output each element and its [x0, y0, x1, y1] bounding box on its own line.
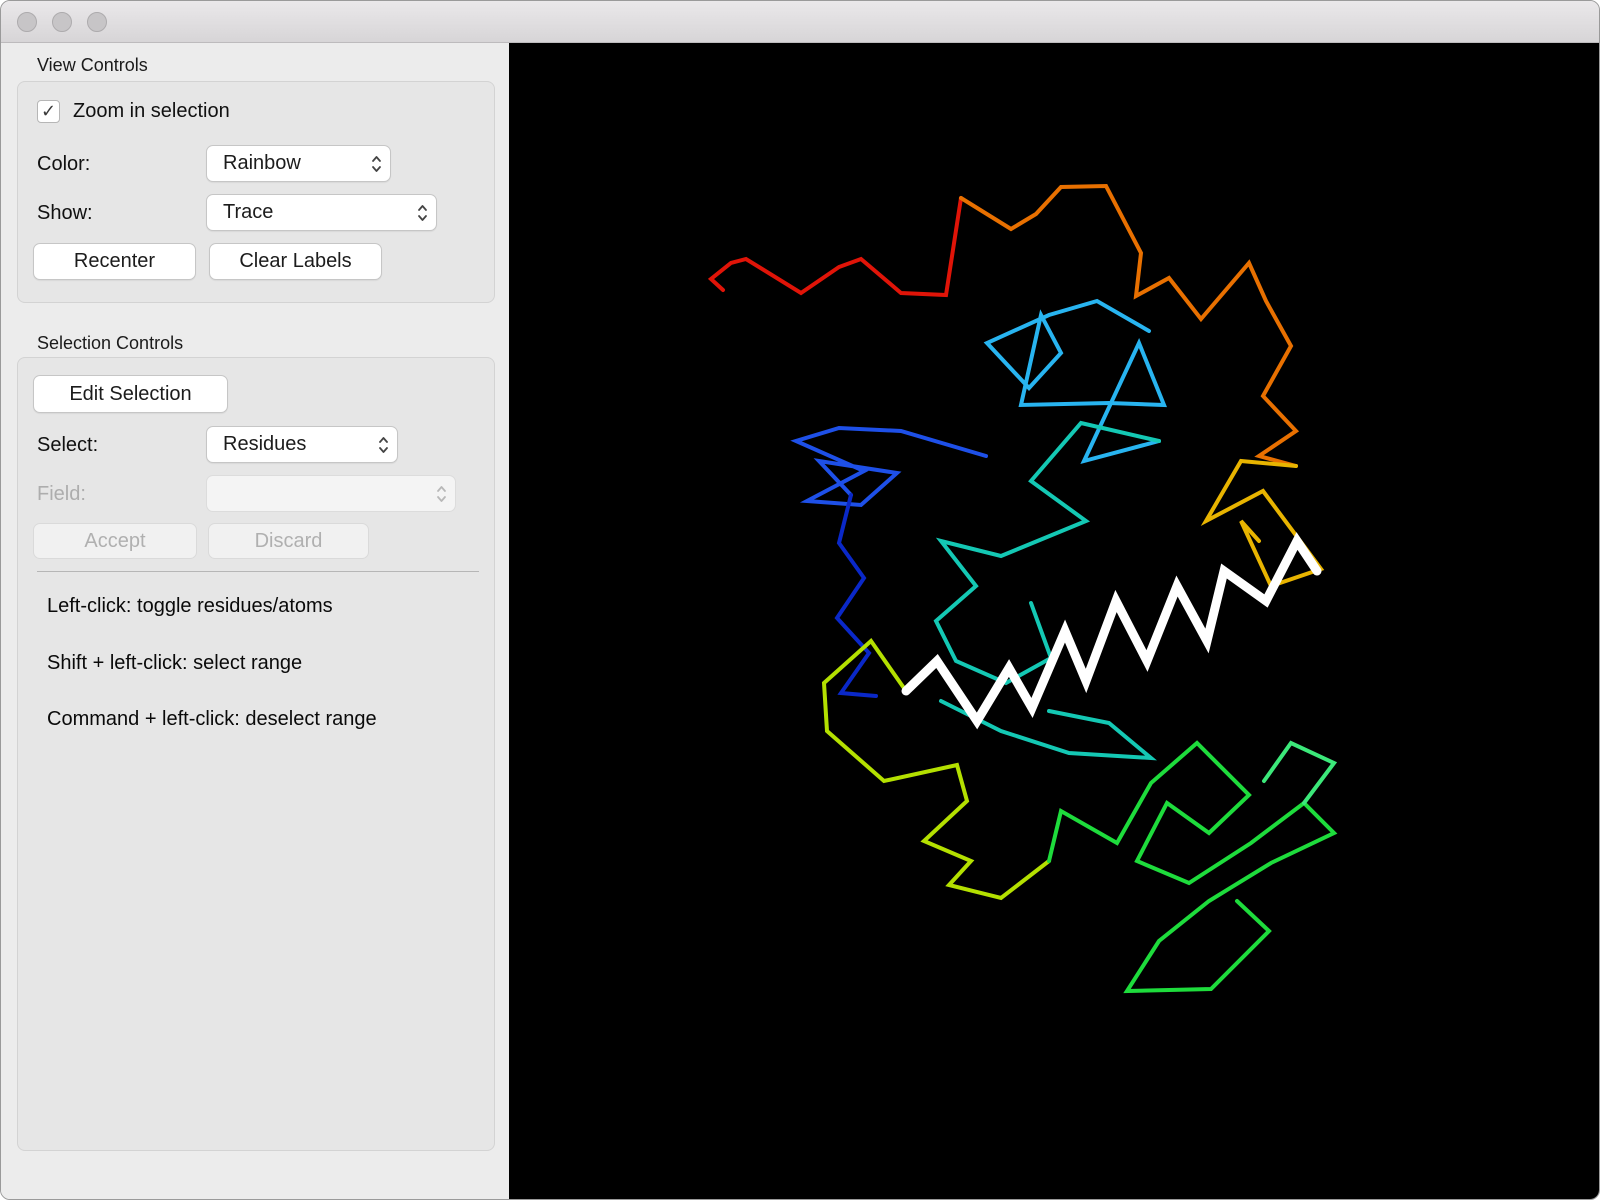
chevron-up-down-icon [379, 436, 388, 453]
trace-segment-springgreen[interactable] [1262, 740, 1338, 805]
edit-selection-button[interactable]: Edit Selection [33, 375, 228, 413]
trace-segment-red-nterm[interactable] [707, 196, 963, 298]
color-dropdown[interactable]: Rainbow [206, 145, 391, 182]
field-label: Field: [37, 483, 86, 505]
help-line-left-click: Left-click: toggle residues/atoms [47, 595, 333, 617]
control-sidebar: View Controls ✓ Zoom in selection Color:… [1, 43, 509, 1199]
help-line-shift-click: Shift + left-click: select range [47, 652, 303, 674]
show-dropdown[interactable]: Trace [206, 194, 437, 231]
chevron-up-down-icon [437, 485, 446, 502]
color-label: Color: [37, 153, 91, 175]
field-dropdown [206, 475, 456, 512]
show-label: Show: [37, 202, 93, 224]
checkbox-label: Zoom in selection [73, 100, 230, 122]
protein-trace [707, 183, 1338, 994]
title-bar[interactable] [1, 1, 1599, 43]
view-controls-title: View Controls [37, 55, 148, 75]
viewport-3d[interactable] [509, 43, 1599, 1199]
zoom-in-selection-checkbox[interactable]: ✓ Zoom in selection [37, 100, 230, 123]
divider [37, 571, 479, 572]
recenter-button[interactable]: Recenter [33, 243, 196, 280]
trace-segment-blue-knot[interactable] [790, 425, 988, 508]
clear-labels-button[interactable]: Clear Labels [209, 243, 382, 280]
chevron-up-down-icon [418, 204, 427, 221]
discard-button: Discard [208, 523, 369, 559]
selection-controls-title: Selection Controls [37, 333, 184, 353]
show-dropdown-value: Trace [223, 201, 274, 223]
trace-segment-teal-strand[interactable] [933, 420, 1161, 686]
color-dropdown-value: Rainbow [223, 152, 301, 174]
close-button[interactable] [17, 12, 37, 32]
checkmark-icon: ✓ [40, 101, 57, 121]
checkbox-box[interactable]: ✓ [37, 100, 60, 123]
minimize-button[interactable] [52, 12, 72, 32]
zoom-window-button[interactable] [87, 12, 107, 32]
select-label: Select: [37, 434, 99, 456]
app-window: View Controls ✓ Zoom in selection Color:… [0, 0, 1600, 1200]
help-line-command-click: Command + left-click: deselect range [47, 708, 377, 730]
select-dropdown-value: Residues [223, 433, 307, 455]
chevron-up-down-icon [372, 155, 381, 172]
select-dropdown[interactable]: Residues [206, 426, 398, 463]
trace-segment-green-loops[interactable] [1047, 740, 1338, 994]
accept-button: Accept [33, 523, 197, 559]
trace-segment-orange[interactable] [959, 183, 1300, 468]
trace-segment-white-selection[interactable] [901, 532, 1322, 730]
